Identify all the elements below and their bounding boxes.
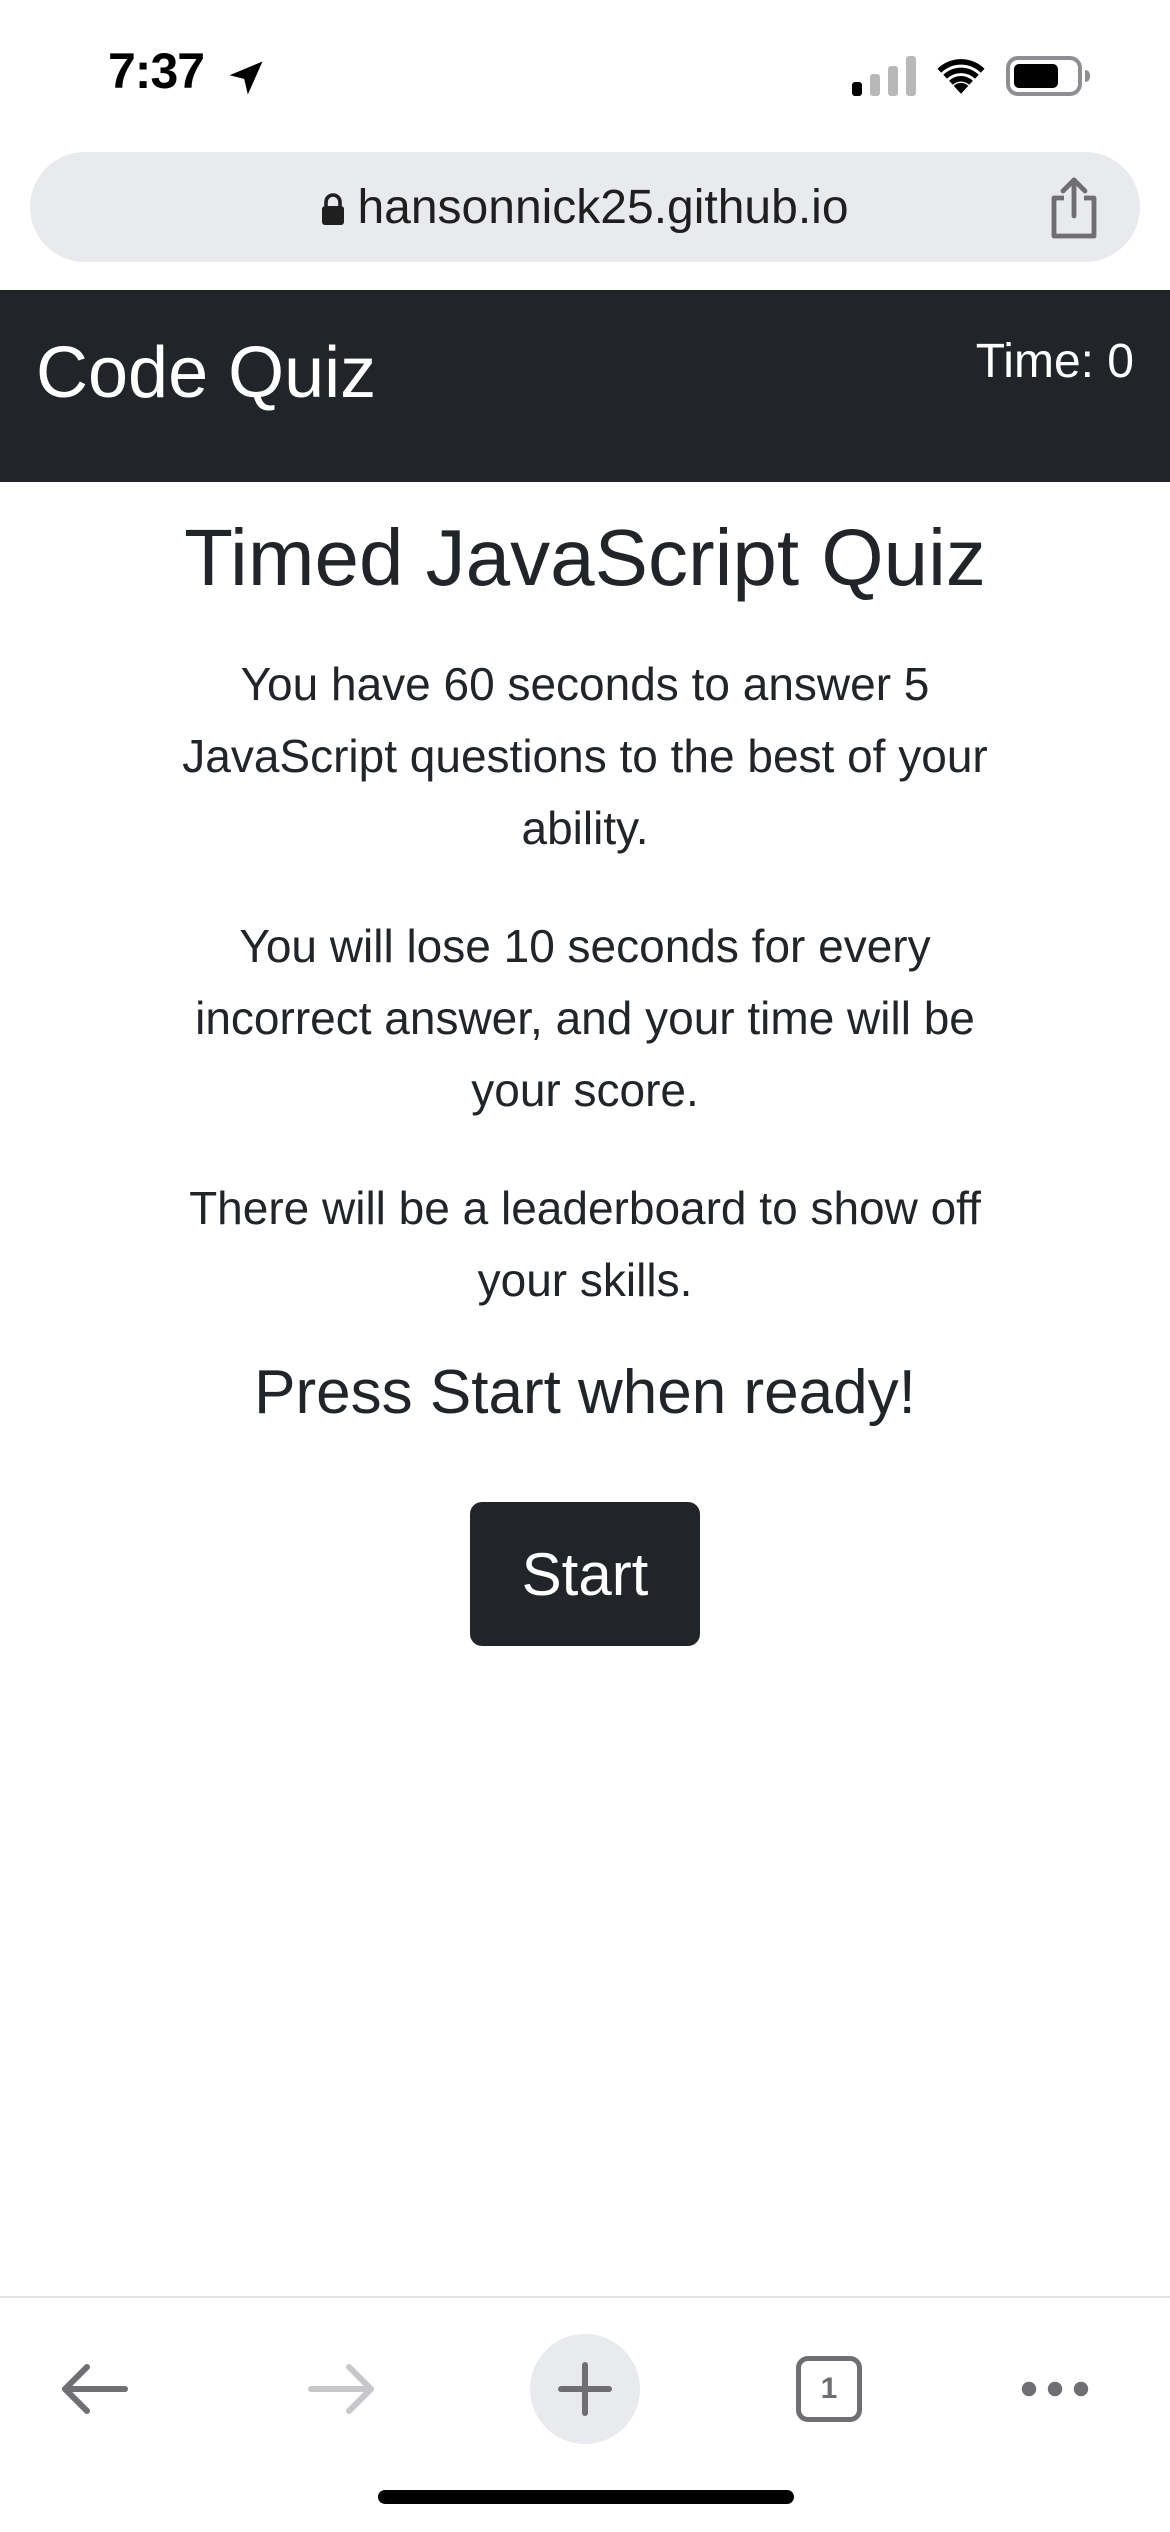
address-field[interactable]: hansonnick25.github.io: [30, 152, 1140, 262]
cellular-signal-icon: [852, 56, 916, 96]
quiz-intro: Timed JavaScript Quiz You have 60 second…: [0, 482, 1170, 1647]
screen: 7:37 hansonnick25.github.io Code Quiz Ti…: [0, 0, 1170, 2532]
start-button[interactable]: Start: [470, 1502, 700, 1647]
address-bar[interactable]: hansonnick25.github.io: [30, 152, 1140, 262]
share-icon[interactable]: [1046, 176, 1102, 240]
status-bar: 7:37: [0, 0, 1170, 150]
location-arrow-icon: [229, 61, 263, 95]
status-time: 7:37: [108, 43, 205, 99]
battery-icon: [1006, 56, 1090, 96]
back-button[interactable]: [40, 2334, 150, 2444]
page-title: Timed JavaScript Quiz: [184, 513, 986, 602]
intro-paragraph-leaderboard: There will be a leaderboard to show off …: [189, 1182, 981, 1306]
tab-count: 1: [820, 2372, 838, 2405]
lock-icon: [322, 193, 345, 225]
home-indicator: [378, 2490, 794, 2504]
forward-arrow-icon: [308, 2364, 374, 2414]
new-tab-button[interactable]: [530, 2334, 640, 2444]
more-icon: [1021, 2381, 1089, 2397]
timer-display: Time: 0: [975, 335, 1134, 388]
intro-paragraph-penalty: You will lose 10 seconds for every incor…: [195, 920, 975, 1116]
back-arrow-icon: [62, 2364, 128, 2414]
tabs-icon: 1: [796, 2356, 862, 2422]
brand-title[interactable]: Code Quiz: [36, 332, 376, 414]
address-url: hansonnick25.github.io: [357, 180, 849, 234]
ready-heading: Press Start when ready!: [254, 1358, 916, 1427]
intro-paragraph-time: You have 60 seconds to answer 5 JavaScri…: [182, 658, 988, 854]
forward-button[interactable]: [286, 2334, 396, 2444]
navbar: Code Quiz Time: 0: [0, 290, 1170, 482]
plus-icon: [558, 2362, 612, 2416]
more-button[interactable]: [1000, 2334, 1110, 2444]
wifi-icon: [937, 59, 985, 94]
tabs-button[interactable]: 1: [774, 2334, 884, 2444]
